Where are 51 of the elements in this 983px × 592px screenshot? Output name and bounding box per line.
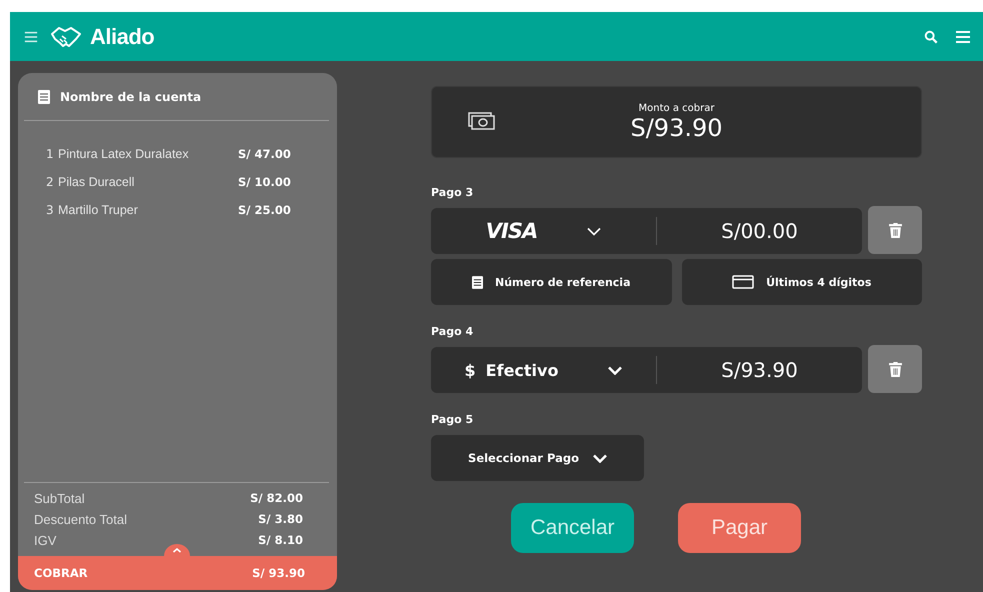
delete-button[interactable] — [868, 345, 922, 393]
charge-value: S/ 93.90 — [252, 566, 305, 580]
reference-field[interactable]: Número de referencia — [431, 259, 672, 305]
trash-icon — [888, 222, 902, 238]
total-value: S/ 8.10 — [258, 533, 303, 548]
payment-amount: S/93.90 — [720, 358, 799, 382]
payment-label: Pago 5 — [431, 413, 474, 426]
item-name: Pilas Duracell — [58, 175, 136, 189]
total-label: Descuento Total — [34, 512, 127, 527]
payment-field[interactable]: $ Efectivo S/93.90 — [431, 347, 862, 393]
menu-icon[interactable] — [24, 30, 38, 44]
amount-label: Monto a cobrar — [638, 102, 714, 114]
charge-label: COBRAR — [34, 566, 88, 580]
card-icon — [732, 275, 754, 289]
total-value: S/ 3.80 — [258, 512, 303, 527]
payment-method: Efectivo — [486, 360, 558, 380]
chevron-down-icon[interactable] — [608, 366, 622, 374]
item-name: Pintura Latex Duralatex — [58, 147, 190, 161]
total-label: SubTotal — [34, 491, 85, 506]
card-digits-field[interactable]: Últimos 4 dígitos — [682, 259, 922, 305]
expand-tab-icon[interactable] — [164, 544, 190, 556]
total-label: IGV — [34, 533, 56, 548]
handshake-icon — [50, 24, 82, 48]
payment-label: Pago 3 — [431, 186, 474, 199]
item-price: S/ 10.00 — [238, 175, 291, 189]
chevron-down-icon[interactable] — [587, 226, 602, 236]
item-price: S/ 47.00 — [238, 147, 291, 161]
app-title: Aliado — [90, 24, 154, 50]
card-brand: VISA — [486, 219, 538, 243]
chevron-down-icon — [592, 454, 607, 462]
currency-symbol: $ — [464, 360, 476, 380]
item-number: 2 — [46, 175, 55, 189]
payment-field[interactable]: VISA S/00.00 — [431, 208, 862, 254]
payment-select[interactable]: Seleccionar Pago — [431, 435, 644, 481]
trash-icon — [888, 362, 902, 376]
document-icon — [38, 90, 50, 104]
payment-amount: S/00.00 — [720, 219, 799, 243]
reference-label: Número de referencia — [495, 276, 630, 288]
item-number: 3 — [46, 203, 55, 217]
search-icon[interactable] — [923, 30, 939, 44]
item-number: 1 — [46, 147, 55, 161]
cash-icon — [468, 112, 498, 132]
document-icon — [472, 276, 483, 288]
item-name: Martillo Truper — [58, 203, 139, 217]
account-title: Nombre de la cuenta — [60, 90, 202, 104]
amount-value: S/93.90 — [630, 114, 723, 142]
card-digits-label: Últimos 4 dígitos — [766, 276, 872, 288]
item-price: S/ 25.00 — [238, 203, 291, 217]
total-value: S/ 82.00 — [250, 491, 303, 506]
delete-button[interactable] — [868, 206, 922, 254]
payment-label: Pago 4 — [431, 325, 474, 338]
